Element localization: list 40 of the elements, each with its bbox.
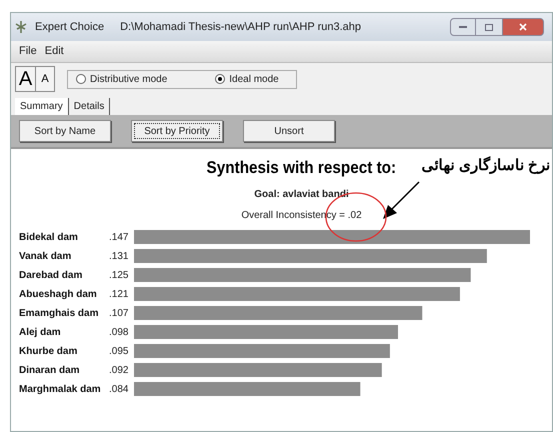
radio-button[interactable] (76, 74, 86, 84)
sort-button[interactable]: Sort by Name (19, 120, 111, 142)
category-label: Khurbe dam (19, 346, 78, 356)
value-label: .147 (109, 232, 128, 242)
radio-label: Ideal mode (229, 72, 279, 86)
close-button[interactable] (502, 18, 544, 36)
value-label: .095 (109, 346, 128, 356)
app-name: Expert Choice (35, 20, 104, 35)
sort-button[interactable]: Unsort (243, 120, 335, 142)
category-label: Darebad dam (19, 270, 82, 280)
radio-label: Distributive mode (90, 72, 168, 86)
minimize-button[interactable] (450, 18, 476, 36)
value-label: .121 (109, 288, 128, 300)
maximize-button[interactable] (476, 18, 502, 36)
menu-item[interactable]: Edit (44, 43, 64, 60)
annotation-text: نرخ ناسازگاری نهائی (422, 155, 550, 176)
value-label: .092 (109, 364, 128, 376)
app-icon (15, 20, 27, 34)
category-label: Abueshagh dam (19, 288, 97, 300)
tab[interactable]: Summary (15, 98, 69, 115)
increase-font-button[interactable]: A (16, 67, 36, 91)
close-icon (519, 23, 527, 31)
value-label: .107 (109, 308, 128, 318)
value-label: .098 (109, 326, 128, 338)
category-label: Vanak dam (19, 250, 72, 262)
value-label: .084 (109, 384, 128, 394)
value-label: .131 (109, 250, 128, 262)
category-label: Dinaran dam (19, 364, 80, 376)
category-label: Emamghais dam (19, 308, 98, 318)
sort-button[interactable]: Sort by Priority (131, 120, 223, 142)
radio-button[interactable] (215, 74, 226, 84)
file-path: D:\Mohamadi Thesis-new\AHP run\AHP run3.ahp (120, 20, 361, 35)
goal-label: Goal: avlaviat bandi (254, 188, 349, 202)
category-label: Marghmalak dam (19, 384, 101, 394)
synthesis-heading: Synthesis with respect to: (206, 157, 396, 179)
category-label: Alej dam (19, 326, 61, 338)
menu-item[interactable]: File (19, 43, 37, 60)
category-label: Bidekal dam (19, 232, 78, 242)
value-label: .125 (109, 270, 128, 280)
decrease-font-button[interactable]: A (36, 67, 54, 91)
